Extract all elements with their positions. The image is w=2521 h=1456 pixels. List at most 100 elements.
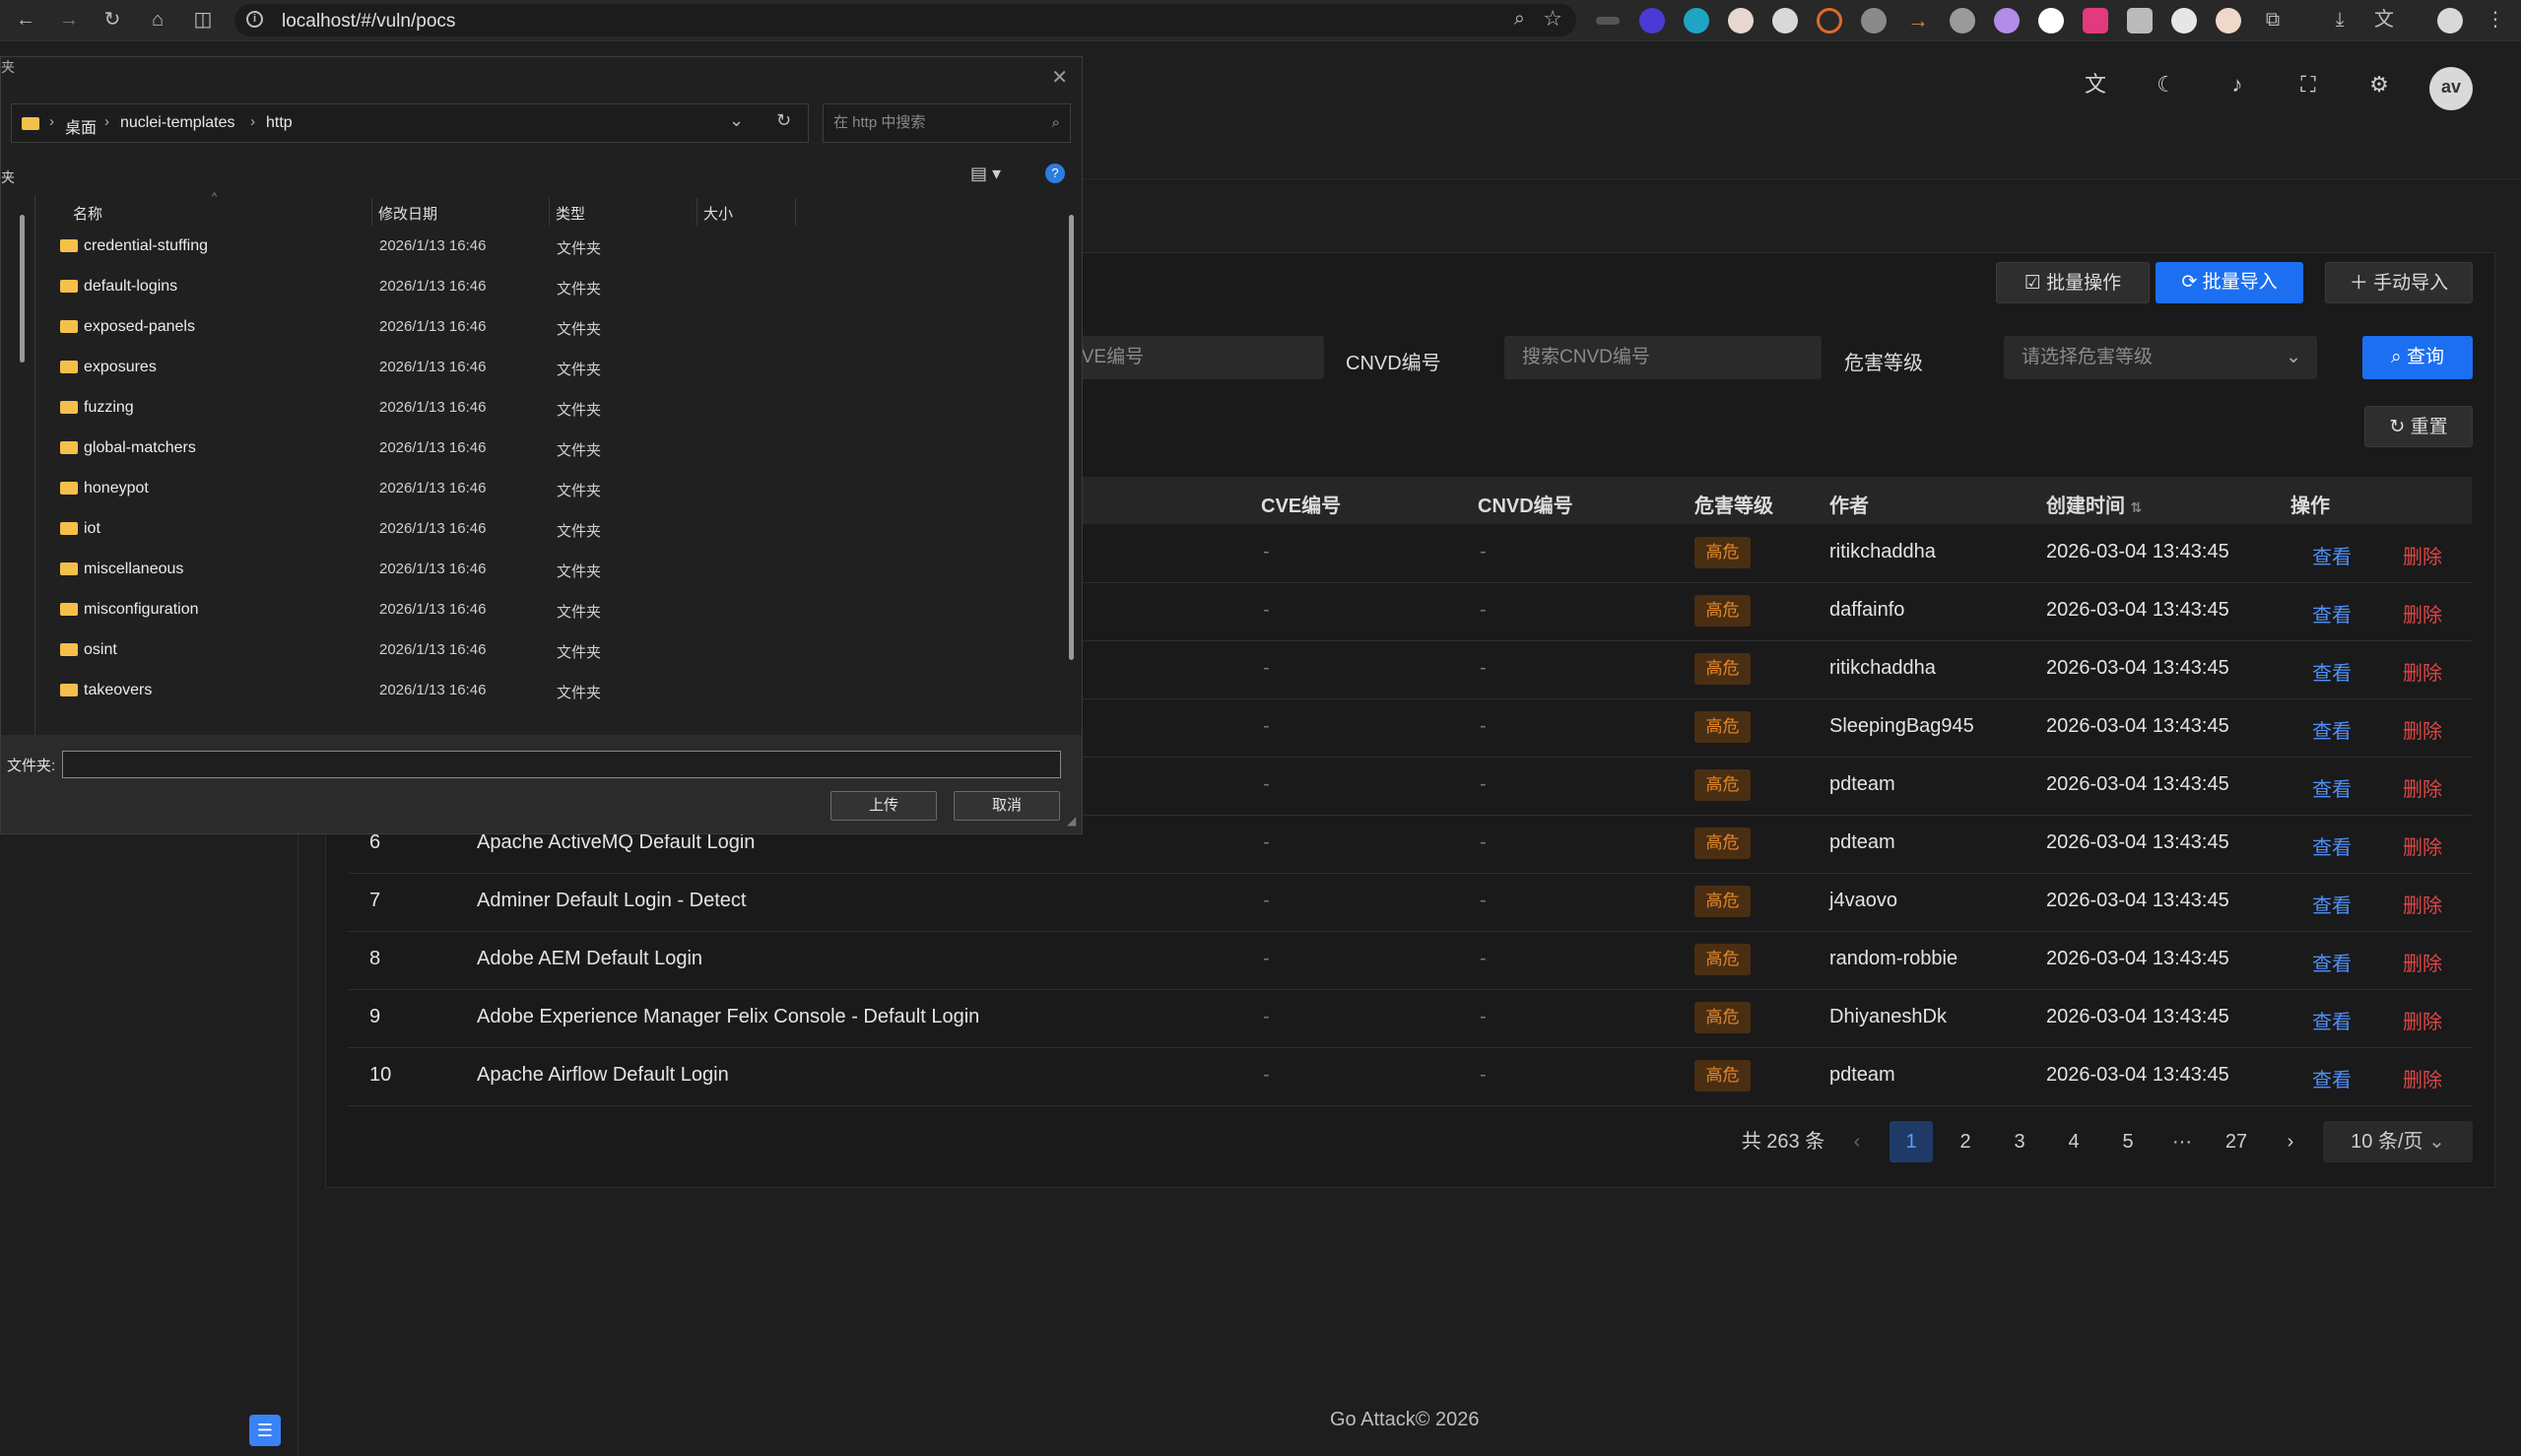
extension-icon[interactable] bbox=[2216, 8, 2241, 33]
sort-icon[interactable]: ⇅ bbox=[2131, 499, 2143, 515]
view-link[interactable]: 查看 bbox=[2312, 1006, 2352, 1034]
reset-button[interactable]: ↻ 重置 bbox=[2364, 406, 2473, 447]
file-list-item[interactable]: default-logins 2026/1/13 16:46 文件夹 bbox=[56, 267, 775, 307]
bookmark-star-icon[interactable]: ☆ bbox=[1543, 6, 1562, 32]
file-list-item[interactable]: misconfiguration 2026/1/13 16:46 文件夹 bbox=[56, 590, 775, 630]
search-button[interactable]: ⌕ 查询 bbox=[2362, 336, 2473, 379]
nav-pane-scrollbar[interactable] bbox=[20, 215, 25, 363]
breadcrumb-http[interactable]: http bbox=[266, 114, 293, 132]
delete-link[interactable]: 删除 bbox=[2403, 773, 2442, 802]
file-list-item[interactable]: osint 2026/1/13 16:46 文件夹 bbox=[56, 630, 775, 671]
close-icon[interactable]: ✕ bbox=[1051, 65, 1068, 90]
page-1[interactable]: 1 bbox=[1890, 1121, 1933, 1162]
column-divider[interactable] bbox=[371, 198, 372, 226]
delete-link[interactable]: 删除 bbox=[2403, 948, 2442, 976]
extension-icon[interactable]: → bbox=[1905, 8, 1931, 33]
page-3[interactable]: 3 bbox=[1998, 1121, 2041, 1162]
delete-link[interactable]: 删除 bbox=[2403, 831, 2442, 860]
severity-select[interactable]: 请选择危害等级 ⌄ bbox=[2004, 336, 2317, 379]
file-list-item[interactable]: exposed-panels 2026/1/13 16:46 文件夹 bbox=[56, 307, 775, 348]
view-link[interactable]: 查看 bbox=[2312, 890, 2352, 918]
view-options-icon[interactable]: ▤ ▾ bbox=[970, 164, 1001, 184]
view-link[interactable]: 查看 bbox=[2312, 715, 2352, 744]
breadcrumb-nuclei[interactable]: nuclei-templates bbox=[120, 114, 235, 132]
file-list-item[interactable]: honeypot 2026/1/13 16:46 文件夹 bbox=[56, 469, 775, 509]
split-view-icon[interactable]: ◫ bbox=[189, 6, 217, 33]
file-list-scrollbar[interactable] bbox=[1069, 215, 1074, 660]
extension-icon[interactable] bbox=[1950, 8, 1975, 33]
file-list-item[interactable]: global-matchers 2026/1/13 16:46 文件夹 bbox=[56, 429, 775, 469]
prev-page-icon[interactable]: ‹ bbox=[1842, 1121, 1872, 1162]
page-size-select[interactable]: 10 条/页 ⌄ bbox=[2323, 1121, 2473, 1162]
page-27[interactable]: 27 bbox=[2215, 1121, 2258, 1162]
page-2[interactable]: 2 bbox=[1944, 1121, 1987, 1162]
delete-link[interactable]: 删除 bbox=[2403, 657, 2442, 686]
home-icon[interactable]: ⌂ bbox=[144, 6, 171, 33]
site-info-icon[interactable]: i bbox=[246, 11, 263, 28]
col-date[interactable]: 修改日期 bbox=[378, 203, 437, 224]
resize-grip-icon[interactable]: ◢ bbox=[1067, 814, 1076, 827]
batch-ops-button[interactable]: ☑ 批量操作 bbox=[1996, 262, 2150, 303]
page-ellipsis[interactable]: ··· bbox=[2160, 1121, 2204, 1162]
extension-icon[interactable] bbox=[2038, 8, 2064, 33]
bell-icon[interactable]: ♪ bbox=[2222, 70, 2252, 99]
extensions-puzzle-icon[interactable]: ⧉ bbox=[2259, 6, 2287, 33]
file-list-item[interactable]: takeovers 2026/1/13 16:46 文件夹 bbox=[56, 671, 775, 711]
extension-icon[interactable] bbox=[1684, 8, 1709, 33]
th-created[interactable]: 创建时间 ⇅ bbox=[2046, 490, 2142, 518]
navigation-pane[interactable] bbox=[1, 195, 35, 737]
col-name[interactable]: 名称 bbox=[73, 203, 102, 224]
view-link[interactable]: 查看 bbox=[2312, 541, 2352, 569]
extension-icon[interactable] bbox=[1596, 17, 1620, 25]
extension-icon[interactable] bbox=[2171, 8, 2197, 33]
delete-link[interactable]: 删除 bbox=[2403, 715, 2442, 744]
profile-avatar-icon[interactable] bbox=[2437, 8, 2463, 33]
extension-icon[interactable] bbox=[1728, 8, 1754, 33]
folder-name-input[interactable] bbox=[62, 751, 1061, 778]
delete-link[interactable]: 删除 bbox=[2403, 890, 2442, 918]
delete-link[interactable]: 删除 bbox=[2403, 1006, 2442, 1034]
file-list-item[interactable]: credential-stuffing 2026/1/13 16:46 文件夹 bbox=[56, 227, 775, 267]
manual-import-button[interactable]: ＋ 手动导入 bbox=[2325, 262, 2473, 303]
refresh-icon[interactable]: ↻ bbox=[776, 110, 791, 131]
col-size[interactable]: 大小 bbox=[703, 203, 733, 224]
upload-button[interactable]: 上传 bbox=[830, 791, 937, 821]
view-link[interactable]: 查看 bbox=[2312, 773, 2352, 802]
delete-link[interactable]: 删除 bbox=[2403, 599, 2442, 628]
view-link[interactable]: 查看 bbox=[2312, 831, 2352, 860]
sidebar-collapse-button[interactable]: ☰ bbox=[249, 1415, 281, 1446]
avatar[interactable]: av bbox=[2429, 67, 2473, 110]
extension-icon[interactable] bbox=[1994, 8, 2020, 33]
file-list-item[interactable]: fuzzing 2026/1/13 16:46 文件夹 bbox=[56, 388, 775, 429]
cnvd-input[interactable]: 搜索CNVD编号 bbox=[1504, 336, 1822, 379]
file-list-item[interactable]: iot 2026/1/13 16:46 文件夹 bbox=[56, 509, 775, 550]
extension-icon[interactable] bbox=[1772, 8, 1798, 33]
extension-icon[interactable] bbox=[1817, 8, 1842, 33]
gear-icon[interactable]: ⚙ bbox=[2364, 70, 2394, 99]
next-page-icon[interactable]: › bbox=[2276, 1121, 2305, 1162]
address-breadcrumb[interactable]: › 桌面 › nuclei-templates › http ⌄ ↻ bbox=[11, 103, 809, 143]
delete-link[interactable]: 删除 bbox=[2403, 541, 2442, 569]
file-list-item[interactable]: exposures 2026/1/13 16:46 文件夹 bbox=[56, 348, 775, 388]
cve-input[interactable]: CVE编号 bbox=[1054, 336, 1324, 379]
page-4[interactable]: 4 bbox=[2052, 1121, 2095, 1162]
menu-dots-icon[interactable]: ⋮ bbox=[2482, 6, 2509, 33]
fullscreen-icon[interactable]: ⛶ bbox=[2293, 70, 2323, 99]
help-icon[interactable]: ? bbox=[1045, 164, 1065, 183]
column-divider[interactable] bbox=[795, 198, 796, 226]
view-link[interactable]: 查看 bbox=[2312, 657, 2352, 686]
language-icon[interactable]: ⽂ bbox=[2081, 70, 2110, 99]
translate-icon[interactable]: 文 bbox=[2370, 6, 2398, 33]
chevron-down-icon[interactable]: ⌄ bbox=[729, 110, 744, 131]
folder-search-input[interactable]: 在 http 中搜索 ⌕ bbox=[823, 103, 1071, 143]
zoom-icon[interactable]: ⌕ bbox=[1514, 8, 1525, 31]
back-icon[interactable]: ← bbox=[12, 6, 39, 33]
col-type[interactable]: 类型 bbox=[556, 203, 585, 224]
dark-mode-moon-icon[interactable]: ☾ bbox=[2152, 70, 2181, 99]
reload-icon[interactable]: ↻ bbox=[99, 6, 126, 33]
view-link[interactable]: 查看 bbox=[2312, 1064, 2352, 1092]
extension-icon[interactable] bbox=[2083, 8, 2108, 33]
file-list-item[interactable]: miscellaneous 2026/1/13 16:46 文件夹 bbox=[56, 550, 775, 590]
column-divider[interactable] bbox=[549, 198, 550, 226]
batch-import-button[interactable]: ⟳ 批量导入 bbox=[2156, 262, 2303, 303]
